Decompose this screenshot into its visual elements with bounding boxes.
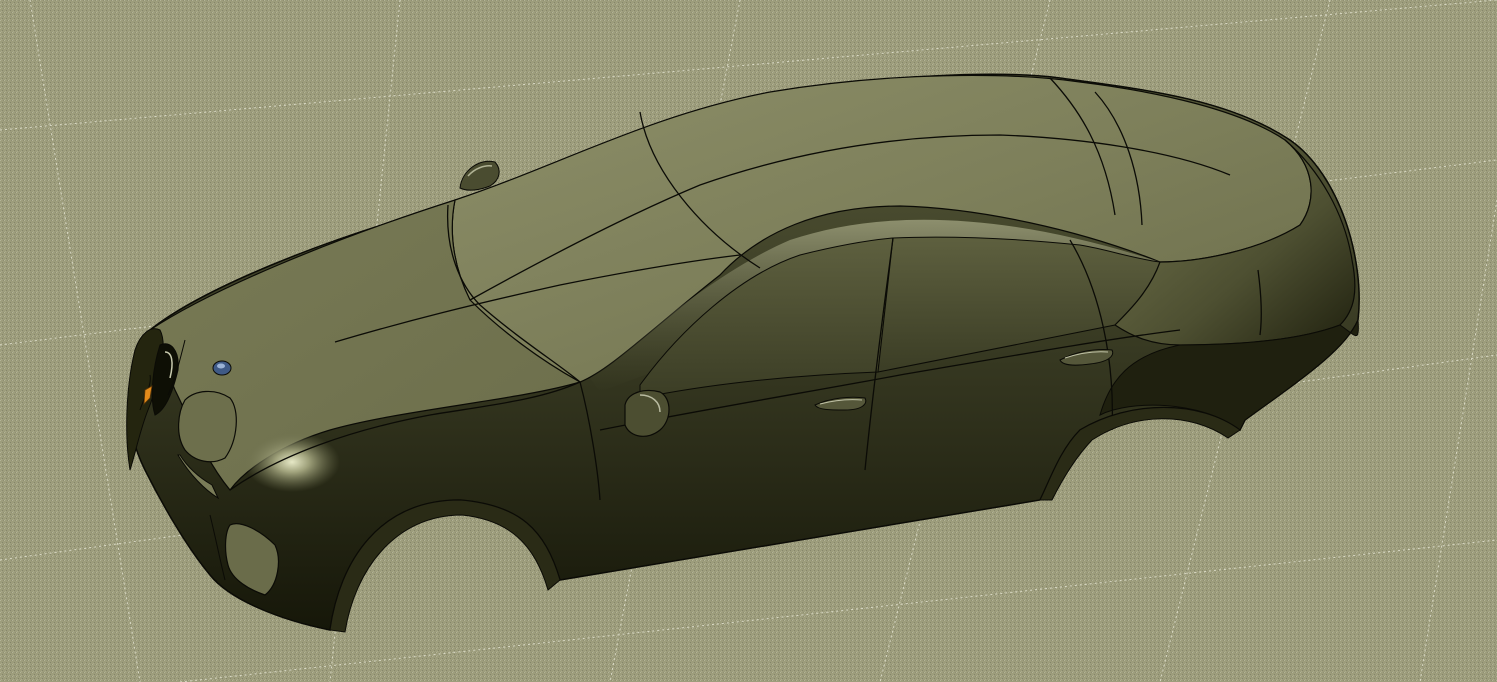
cad-3d-viewport[interactable] bbox=[0, 0, 1497, 682]
3d-canvas[interactable] bbox=[0, 0, 1497, 682]
front-fender-highlight bbox=[244, 432, 340, 492]
grille-kidney[interactable] bbox=[178, 390, 237, 463]
hood-badge-icon[interactable] bbox=[212, 360, 232, 376]
